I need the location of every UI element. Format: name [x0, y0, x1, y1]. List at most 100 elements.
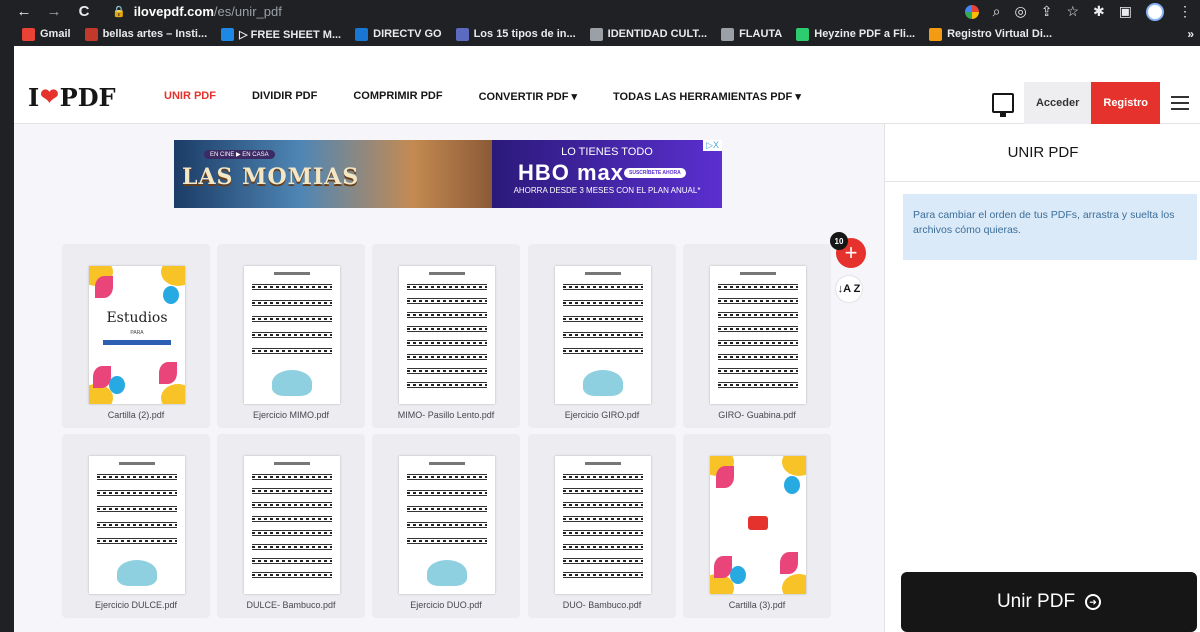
bookmark-item[interactable]: bellas artes – Insti...	[84, 27, 207, 41]
music-staff	[407, 340, 487, 346]
menu-item[interactable]: UNIR PDF	[164, 90, 216, 103]
file-card[interactable]: Ejercicio MIMO.pdf	[217, 244, 365, 428]
music-staff	[718, 354, 798, 360]
music-staff	[252, 544, 332, 550]
eye-off-icon[interactable]: ◎	[1015, 3, 1027, 20]
nav-actions: Acceder Registro	[991, 82, 1200, 124]
music-staff	[407, 354, 487, 360]
music-staff	[563, 516, 643, 522]
menu-item[interactable]: CONVERTIR PDF ▾	[479, 90, 577, 103]
merge-pdf-button[interactable]: Unir PDF ➜	[901, 572, 1197, 632]
ad-brand: HBO max	[518, 160, 625, 185]
music-staff	[252, 284, 332, 290]
zoom-icon[interactable]: ⌕	[993, 3, 1001, 20]
bookmark-label: DIRECTV GO	[373, 28, 442, 40]
music-staff	[718, 298, 798, 304]
ad-movie-title: LAS MOMIAS	[182, 164, 360, 190]
desktop-download-icon[interactable]	[991, 93, 1014, 117]
file-card[interactable]: Cartilla (3).pdf	[683, 434, 831, 618]
music-staff	[407, 538, 487, 544]
file-name: MIMO- Pasillo Lento.pdf	[397, 410, 495, 420]
bookmark-item[interactable]: IDENTIDAD CULT...	[589, 27, 707, 41]
file-card[interactable]: DUO- Bambuco.pdf	[528, 434, 676, 618]
music-staff	[97, 522, 177, 528]
file-count-badge: 10	[830, 232, 848, 250]
google-icon[interactable]	[964, 4, 979, 19]
menu-item[interactable]: COMPRIMIR PDF	[353, 90, 442, 103]
file-card[interactable]: Ejercicio GIRO.pdf	[528, 244, 676, 428]
music-staff	[407, 382, 487, 388]
music-staff	[252, 474, 332, 480]
music-staff	[97, 490, 177, 496]
file-card[interactable]: Estudios PARA Cartilla (2).pdf	[62, 244, 210, 428]
bookmark-item[interactable]: FLAUTA	[721, 27, 783, 41]
browser-toolbar-icons: ⌕ ◎ ⇪ ☆ ✱ ▣ ⋮	[964, 2, 1192, 21]
file-card[interactable]: GIRO- Guabina.pdf	[683, 244, 831, 428]
cover-logo-icon	[748, 516, 768, 530]
ilovepdf-logo[interactable]: I ❤ PDF	[28, 82, 116, 112]
share-icon[interactable]: ⇪	[1041, 3, 1053, 20]
omnibox[interactable]: 🔒 ilovepdf.com /es/unir_pdf	[112, 2, 932, 21]
ad-tagline: LO TIENES TODO	[561, 146, 653, 158]
file-name: DULCE- Bambuco.pdf	[246, 600, 336, 610]
file-thumbnail	[399, 266, 495, 404]
bookmark-label: Gmail	[40, 28, 71, 40]
music-staff	[718, 368, 798, 374]
ad-movie-panel: EN CINE ▶ EN CASA LAS MOMIAS	[174, 140, 492, 208]
decorative-shape	[730, 566, 746, 584]
decorative-shape	[716, 466, 734, 488]
music-staff	[563, 544, 643, 550]
kebab-menu-icon[interactable]: ⋮	[1178, 3, 1192, 20]
login-button[interactable]: Acceder	[1023, 82, 1092, 124]
bookmark-item[interactable]: Heyzine PDF a Fli...	[796, 27, 915, 41]
bookmark-item[interactable]: Registro Virtual Di...	[929, 27, 1053, 41]
file-card[interactable]: Ejercicio DULCE.pdf	[62, 434, 210, 618]
music-staff	[97, 474, 177, 480]
bookmark-label: FLAUTA	[739, 28, 783, 40]
music-staff	[252, 502, 332, 508]
hamburger-menu-icon[interactable]	[1160, 82, 1200, 124]
sort-alphabetical-icon[interactable]: ↓A Z	[836, 276, 862, 302]
bookmark-label: Los 15 tipos de in...	[473, 28, 576, 40]
file-card[interactable]: MIMO- Pasillo Lento.pdf	[372, 244, 520, 428]
decorative-shape	[159, 362, 177, 384]
folder-icon	[589, 27, 603, 41]
menu-item[interactable]: TODAS LAS HERRAMIENTAS PDF ▾	[613, 90, 801, 103]
music-staff	[563, 284, 643, 290]
menu-item[interactable]: DIVIDIR PDF	[252, 90, 317, 103]
url-path: /es/unir_pdf	[213, 4, 282, 19]
lock-icon[interactable]: 🔒	[112, 5, 126, 18]
advertisement-banner[interactable]: EN CINE ▶ EN CASA LAS MOMIAS LO TIENES T…	[174, 140, 722, 208]
star-icon[interactable]: ☆	[1066, 3, 1079, 20]
decorative-shape	[782, 574, 806, 594]
music-staff	[718, 382, 798, 388]
sheet-title-line	[585, 272, 621, 275]
music-staff	[252, 316, 332, 322]
music-staff	[563, 300, 643, 306]
reload-icon[interactable]: C	[76, 3, 92, 20]
main-menu: UNIR PDF DIVIDIR PDF COMPRIMIR PDF CONVERTI…	[164, 90, 801, 103]
music-staff	[563, 530, 643, 536]
sidepanel-icon[interactable]: ▣	[1119, 3, 1132, 20]
bookmark-item[interactable]: DIRECTV GO	[355, 27, 442, 41]
arrow-circle-right-icon: ➜	[1085, 594, 1102, 610]
file-card[interactable]: DULCE- Bambuco.pdf	[217, 434, 365, 618]
file-card[interactable]: Ejercicio DUO.pdf	[372, 434, 520, 618]
decorative-shape	[161, 384, 185, 404]
bookmark-label: Registro Virtual Di...	[947, 28, 1053, 40]
forward-icon[interactable]: →	[46, 3, 62, 20]
back-icon[interactable]: ←	[16, 3, 32, 20]
music-staff	[718, 312, 798, 318]
extensions-icon[interactable]: ✱	[1093, 3, 1105, 20]
music-staff	[97, 538, 177, 544]
bookmarks-more[interactable]: »	[1187, 27, 1194, 41]
ad-close-icon[interactable]: ▷X	[703, 140, 722, 151]
music-staff	[563, 348, 643, 354]
profile-avatar[interactable]	[1146, 2, 1164, 21]
bookmark-item[interactable]: ▷ FREE SHEET M...	[221, 27, 341, 41]
register-button[interactable]: Registro	[1091, 82, 1160, 124]
browser-left-edge	[0, 0, 14, 632]
bookmark-item[interactable]: Los 15 tipos de in...	[455, 27, 576, 41]
url-host: ilovepdf.com	[133, 4, 214, 19]
bookmark-item[interactable]: Gmail	[22, 27, 71, 41]
